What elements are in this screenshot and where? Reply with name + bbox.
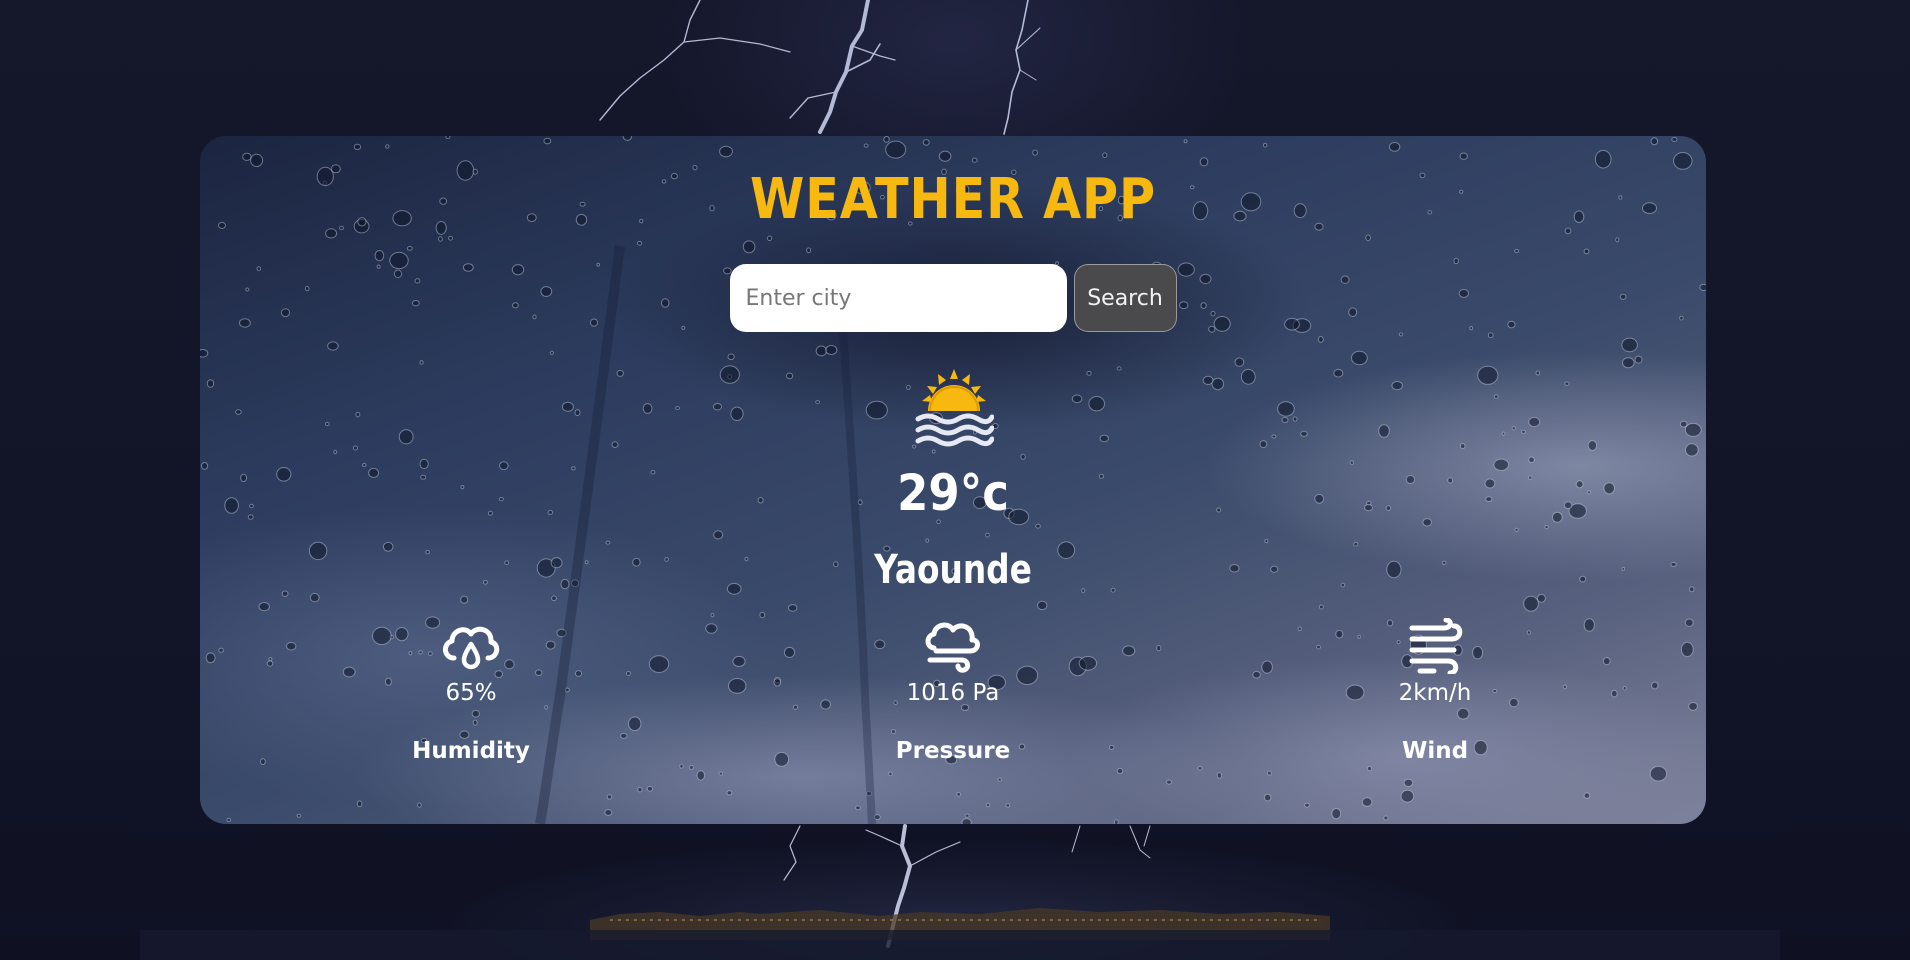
weather-details: 65% Humidity 1016 Pa Pressure 2km/h Wind xyxy=(200,618,1706,778)
wind-icon xyxy=(1409,618,1463,674)
city-search-input[interactable] xyxy=(729,264,1067,332)
detail-wind: 2km/h Wind xyxy=(1315,618,1555,765)
humidity-value: 65% xyxy=(445,680,497,706)
city-name: Yaounde xyxy=(874,547,1032,593)
pressure-value: 1016 Pa xyxy=(906,680,1000,706)
detail-humidity: 65% Humidity xyxy=(351,618,591,765)
temperature: 29°c xyxy=(897,464,1009,522)
pressure-label: Pressure xyxy=(895,737,1011,764)
cloud-droplet-icon xyxy=(443,626,500,670)
humidity-label: Humidity xyxy=(412,737,530,764)
sun-over-water-icon xyxy=(915,369,994,447)
search-button[interactable]: Search xyxy=(1073,264,1177,332)
cloud-wind-icon xyxy=(925,622,980,673)
wind-label: Wind xyxy=(1401,737,1469,764)
detail-pressure: 1016 Pa Pressure xyxy=(833,618,1073,765)
search-bar: Search xyxy=(200,264,1706,332)
weather-card: WEATHER APP Search 29°c Yaounde xyxy=(200,136,1706,824)
app-title: WEATHER APP xyxy=(749,167,1157,232)
wind-value: 2km/h xyxy=(1398,680,1472,706)
